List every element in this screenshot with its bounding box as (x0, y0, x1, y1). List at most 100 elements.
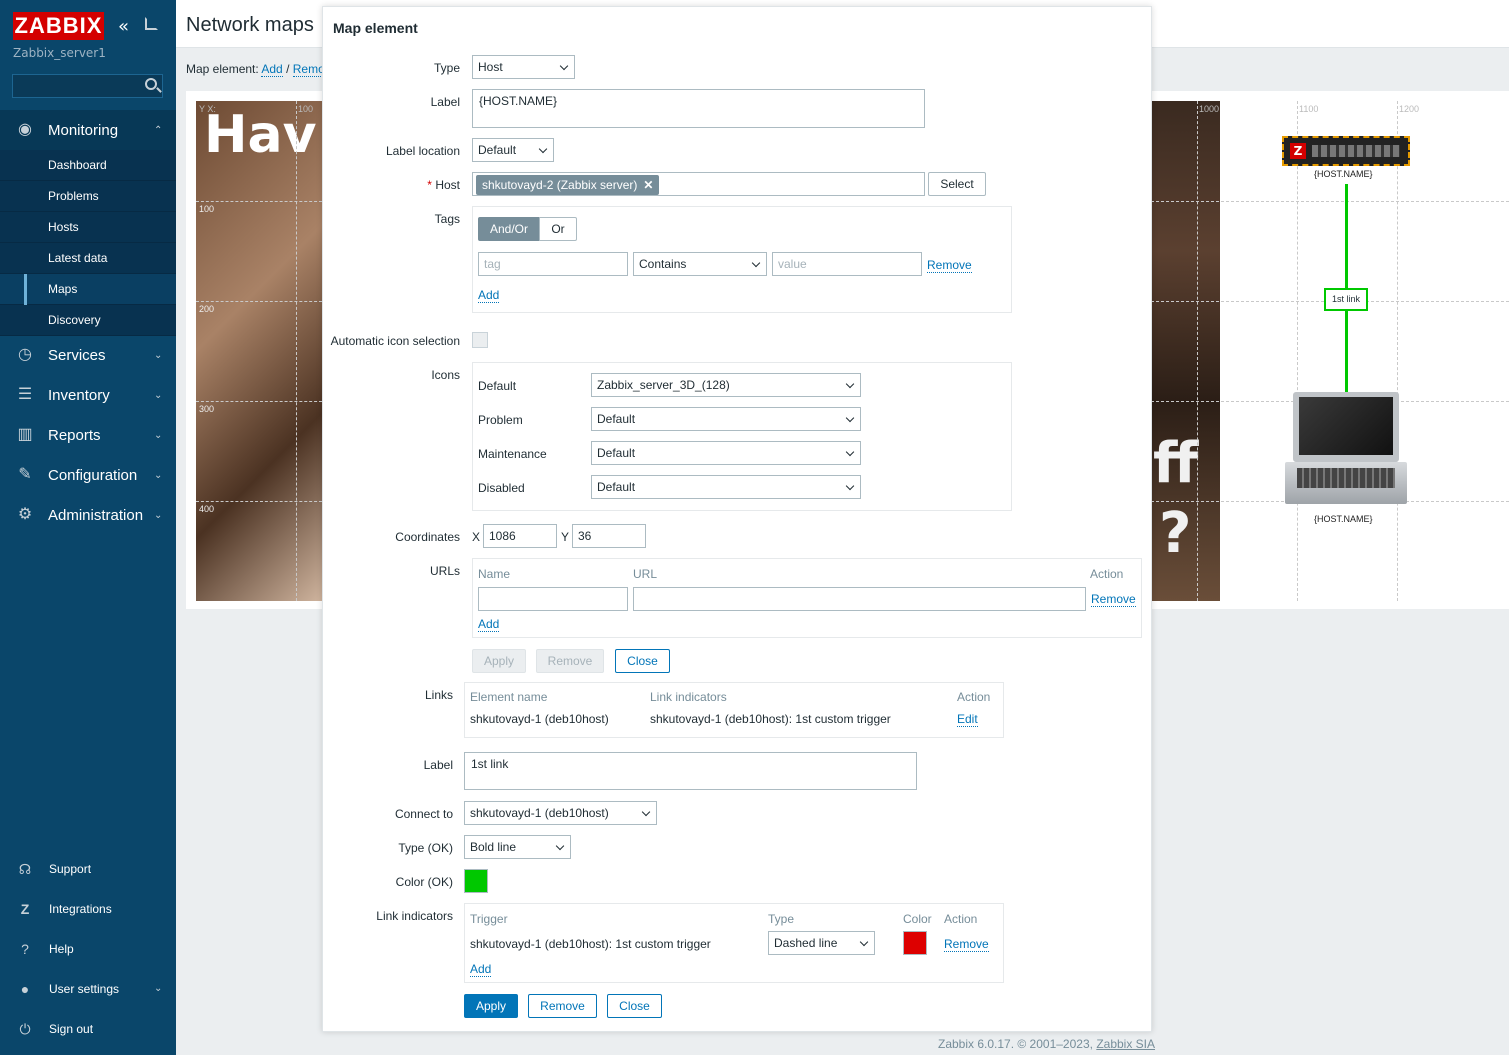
sidebar-item-dashboard[interactable]: Dashboard (0, 150, 176, 181)
link-apply-button[interactable]: Apply (464, 994, 518, 1018)
tags-andor-radio[interactable]: And/Or (478, 217, 540, 241)
required-mark: * (427, 178, 432, 192)
label-textarea[interactable]: {HOST.NAME} (472, 89, 925, 128)
map-element-add-link[interactable]: Add (261, 62, 283, 77)
link-close-button[interactable]: Close (607, 994, 662, 1018)
coord-x-label: X (472, 530, 481, 544)
server-name: Zabbix_server1 (13, 46, 106, 60)
icon-default-select[interactable]: Zabbix_server_3D_(128) (591, 373, 861, 397)
sidebar-sign-out[interactable]: ⏻ Sign out (0, 1009, 176, 1049)
link-remove-button[interactable]: Remove (528, 994, 597, 1018)
type-ok-select[interactable]: Bold line (464, 835, 571, 859)
menu-inventory-label: Inventory (48, 386, 110, 404)
host-select-button[interactable]: Select (928, 172, 986, 196)
icon-default-label: Default (478, 379, 517, 393)
tag-remove-link[interactable]: Remove (927, 258, 972, 273)
li-row-type-select[interactable]: Dashed line (768, 931, 875, 955)
zabbix-z-icon: Z (20, 901, 30, 917)
menu-services[interactable]: ◷ Services ⌄ (0, 335, 176, 375)
sidebar-user-settings[interactable]: ● User settings ⌄ (0, 969, 176, 1009)
grid-label: 100 (199, 204, 215, 214)
menu-reports[interactable]: ▥ Reports ⌄ (0, 415, 176, 455)
icons-label: Icons (431, 368, 460, 382)
close-icon[interactable]: ✕ (643, 175, 653, 195)
chevron-down-icon: ⌄ (154, 509, 163, 521)
gear-icon: ⚙ (17, 506, 33, 523)
map-element-remove-link[interactable]: Remo (292, 62, 325, 77)
wrench-icon: ✎ (18, 466, 32, 483)
auto-icon-checkbox[interactable] (472, 332, 488, 348)
footer-link[interactable]: Zabbix SIA (1096, 1037, 1155, 1051)
kiosk-mode-icon[interactable] (145, 17, 158, 30)
icon-disabled-select[interactable]: Default (591, 475, 861, 499)
icon-maintenance-select[interactable]: Default (591, 441, 861, 465)
connect-to-select[interactable]: shkutovayd-1 (deb10host) (464, 801, 657, 825)
icon-problem-label: Problem (478, 413, 523, 427)
url-remove-link[interactable]: Remove (1091, 592, 1136, 607)
menu-inventory[interactable]: ☰ Inventory ⌄ (0, 375, 176, 415)
element-apply-button[interactable]: Apply (472, 649, 526, 673)
grid-line (1397, 101, 1398, 601)
tags-or-radio[interactable]: Or (539, 217, 577, 241)
sidebar: ZABBIX « Zabbix_server1 ◉ Monitoring ⌃ D… (0, 0, 176, 1055)
map-host-laptop-icon[interactable] (1285, 392, 1407, 507)
tag-value-input[interactable]: value (772, 252, 922, 276)
li-row-color-picker[interactable] (903, 931, 927, 955)
type-select[interactable]: Host (472, 55, 575, 79)
link-label-textarea[interactable]: 1st link (464, 752, 917, 790)
li-row-remove-link[interactable]: Remove (944, 937, 989, 952)
menu-configuration[interactable]: ✎ Configuration ⌄ (0, 455, 176, 495)
li-add-link[interactable]: Add (470, 962, 492, 977)
auto-icon-label: Automatic icon selection (330, 334, 460, 348)
clock-icon: ◷ (18, 346, 32, 363)
grid-line (296, 101, 297, 601)
tag-add-link[interactable]: Add (478, 288, 500, 303)
tags-label: Tags (434, 212, 460, 226)
icon-problem-select[interactable]: Default (591, 407, 861, 431)
sidebar-item-hosts[interactable]: Hosts (0, 212, 176, 243)
sidebar-item-latest-data[interactable]: Latest data (0, 243, 176, 274)
collapse-sidebar-icon[interactable]: « (118, 16, 129, 37)
url-name-input[interactable] (478, 587, 628, 611)
chevron-down-icon: ⌄ (154, 429, 163, 441)
color-ok-picker[interactable] (464, 869, 488, 893)
question-icon: ? (21, 941, 29, 957)
link-edit-link[interactable]: Edit (957, 712, 978, 727)
sidebar-support[interactable]: ☊ Support (0, 849, 176, 889)
url-input[interactable] (633, 587, 1086, 611)
grid-label: Y X: (199, 104, 216, 114)
tag-operator-select[interactable]: Contains (633, 252, 767, 276)
dialog-title: Map element (333, 20, 418, 36)
element-remove-button[interactable]: Remove (536, 649, 604, 673)
map-link-label[interactable]: 1st link (1324, 288, 1368, 311)
sidebar-help[interactable]: ? Help (0, 929, 176, 969)
coord-x-input[interactable]: 1086 (483, 524, 557, 548)
sidebar-integrations[interactable]: Z Integrations (0, 889, 176, 929)
search-icon[interactable] (145, 78, 157, 90)
grid-label: 1100 (1299, 104, 1319, 114)
grid-line (196, 501, 322, 502)
sidebar-search-input[interactable] (12, 74, 163, 98)
label-location-label: Label location (385, 144, 460, 158)
grid-label: 1200 (1399, 104, 1420, 114)
label-location-select[interactable]: Default (472, 138, 554, 162)
links-label: Links (424, 688, 453, 702)
menu-monitoring[interactable]: ◉ Monitoring ⌃ (0, 110, 176, 150)
sidebar-item-discovery[interactable]: Discovery (0, 305, 176, 336)
power-icon: ⏻ (19, 1021, 31, 1037)
element-close-button[interactable]: Close (615, 649, 670, 673)
coord-y-input[interactable]: 36 (572, 524, 646, 548)
sidebar-item-maps[interactable]: Maps (0, 274, 176, 305)
map-host-server-icon[interactable]: Z (1282, 136, 1410, 166)
zabbix-logo[interactable]: ZABBIX (13, 12, 104, 40)
footer: Zabbix 6.0.17. © 2001–2023, Zabbix SIA (938, 1037, 1155, 1051)
sidebar-item-problems[interactable]: Problems (0, 181, 176, 212)
sidebar-help-label: Help (49, 942, 74, 956)
tag-name-input[interactable]: tag (478, 252, 628, 276)
type-label: Type (433, 61, 460, 75)
coordinates-label: Coordinates (395, 530, 460, 544)
url-add-link[interactable]: Add (478, 617, 500, 632)
coord-y-label: Y (561, 530, 570, 544)
li-col-trigger: Trigger (470, 912, 508, 926)
menu-administration[interactable]: ⚙ Administration ⌄ (0, 495, 176, 535)
